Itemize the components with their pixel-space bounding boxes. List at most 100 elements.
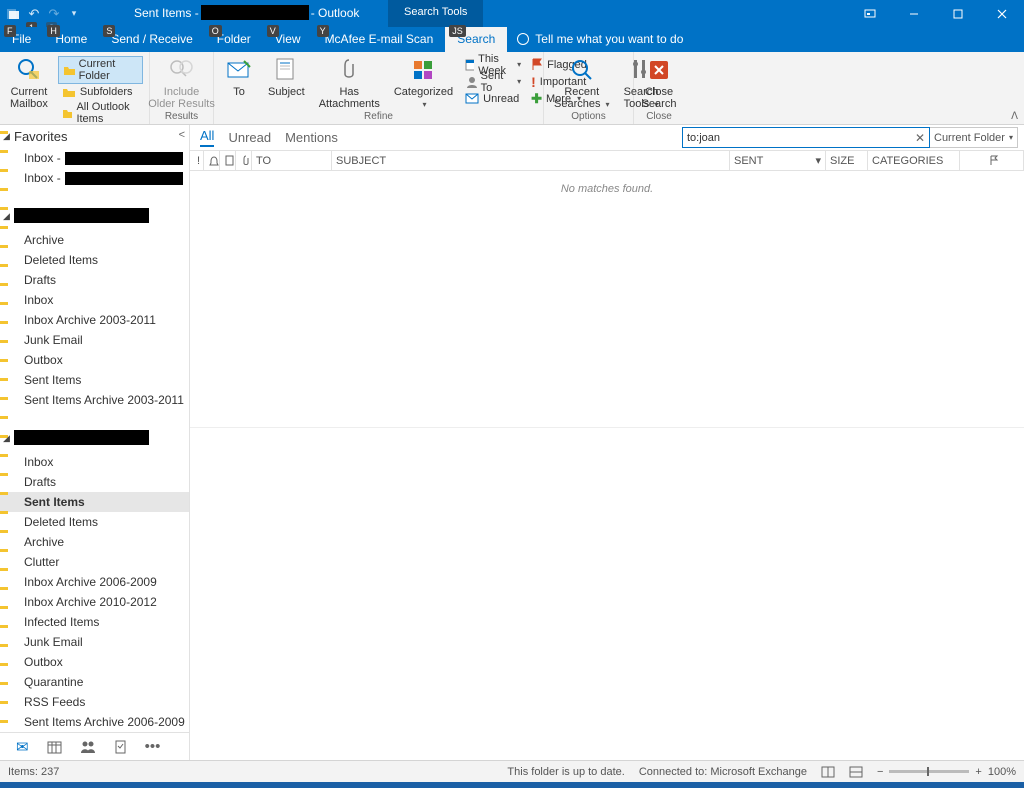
folder-item[interactable]: Junk Email bbox=[0, 632, 189, 652]
attachment-icon bbox=[241, 155, 250, 166]
tab-mcafee[interactable]: McAfee E-mail ScanY bbox=[313, 27, 446, 52]
folder-item[interactable]: Clutter bbox=[0, 552, 189, 572]
folder-item[interactable]: Sent Items bbox=[0, 492, 189, 512]
window-title: Sent Items - - Outlook bbox=[134, 5, 359, 20]
search-scope-dropdown[interactable]: Current Folder▾ bbox=[930, 127, 1018, 148]
folder-item[interactable]: Archive bbox=[0, 532, 189, 552]
unread-button[interactable]: Unread bbox=[463, 90, 523, 107]
zoom-level: 100% bbox=[988, 766, 1016, 778]
filter-unread[interactable]: Unread bbox=[228, 130, 271, 145]
folder-item[interactable]: Outbox bbox=[0, 652, 189, 672]
column-headers[interactable]: ! TO SUBJECT SENT▾ SIZE CATEGORIES bbox=[190, 151, 1024, 171]
has-attachments-button[interactable]: Has Attachments bbox=[315, 54, 384, 111]
tell-me-input[interactable]: Tell me what you want to do Q bbox=[507, 32, 693, 52]
tasks-nav-icon[interactable] bbox=[114, 739, 127, 754]
collapse-ribbon-button[interactable]: ᐱ bbox=[1011, 111, 1018, 122]
calendar-icon bbox=[465, 58, 474, 71]
folder-item[interactable]: Inbox bbox=[0, 452, 189, 472]
reminder-icon bbox=[209, 156, 219, 166]
filter-mentions[interactable]: Mentions bbox=[285, 130, 338, 145]
folder-item[interactable]: Inbox - bbox=[0, 168, 189, 188]
sync-status: This folder is up to date. bbox=[507, 766, 624, 778]
minimize-button[interactable] bbox=[892, 0, 936, 27]
folder-item[interactable]: Sent Items bbox=[0, 370, 189, 390]
no-matches-message: No matches found. bbox=[190, 171, 1024, 207]
icon-column-icon bbox=[225, 155, 235, 166]
folder-item[interactable]: Archive bbox=[0, 230, 189, 250]
more-nav-icon[interactable]: ••• bbox=[145, 738, 161, 755]
folder-item[interactable]: Drafts bbox=[0, 270, 189, 290]
folder-item[interactable]: Inbox bbox=[0, 290, 189, 310]
tab-send-receive[interactable]: Send / ReceiveS bbox=[99, 27, 204, 52]
mail-nav-icon[interactable]: ✉ bbox=[16, 738, 29, 756]
favorites-header[interactable]: ◢Favorites bbox=[0, 125, 189, 148]
close-search-button[interactable]: Close Search bbox=[640, 54, 678, 110]
folder-item[interactable]: Inbox Archive 2006-2009 bbox=[0, 572, 189, 592]
flag-icon bbox=[531, 58, 543, 71]
zoom-out-button[interactable]: − bbox=[877, 766, 883, 778]
folder-icon bbox=[62, 107, 73, 119]
account-header[interactable]: ◢ bbox=[0, 426, 189, 452]
search-input[interactable]: to:joan✕ bbox=[682, 127, 930, 148]
status-bar: Items: 237 This folder is up to date. Co… bbox=[0, 760, 1024, 782]
person-icon bbox=[465, 76, 476, 88]
item-count: Items: 237 bbox=[8, 766, 59, 778]
reading-pane-bottom-icon[interactable] bbox=[849, 766, 863, 778]
recent-searches-button[interactable]: Recent Searches ▾ bbox=[550, 54, 614, 111]
nav-switcher: ✉ ••• bbox=[0, 732, 189, 760]
folder-item[interactable]: Deleted Items bbox=[0, 250, 189, 270]
group-label-close: Close bbox=[640, 111, 678, 124]
reading-pane-normal-icon[interactable] bbox=[821, 766, 835, 778]
flag-column-icon bbox=[989, 155, 999, 166]
folder-item[interactable]: Infected Items bbox=[0, 612, 189, 632]
current-mailbox-button[interactable]: Current Mailbox bbox=[6, 54, 52, 126]
folder-item[interactable]: Junk Email bbox=[0, 330, 189, 350]
redacted-text bbox=[201, 5, 309, 20]
folder-item[interactable]: Deleted Items bbox=[0, 512, 189, 532]
categorized-button[interactable]: Categorized▾ bbox=[390, 54, 457, 111]
calendar-nav-icon[interactable] bbox=[47, 740, 62, 754]
subject-button[interactable]: Subject bbox=[264, 54, 309, 111]
folder-item[interactable]: Quarantine bbox=[0, 672, 189, 692]
tab-file[interactable]: FileF bbox=[0, 27, 43, 52]
folder-icon bbox=[62, 86, 76, 98]
maximize-button[interactable] bbox=[936, 0, 980, 27]
outlook-icon bbox=[4, 4, 24, 24]
qat-undo-button[interactable]: ↶1 bbox=[24, 4, 44, 24]
all-outlook-items-button[interactable]: All Outlook Items bbox=[58, 100, 143, 126]
clear-search-icon[interactable]: ✕ bbox=[915, 131, 925, 145]
people-nav-icon[interactable] bbox=[80, 740, 96, 753]
zoom-slider[interactable] bbox=[889, 770, 969, 773]
tab-folder[interactable]: FolderO bbox=[205, 27, 263, 52]
folder-item[interactable]: Inbox Archive 2010-2012 bbox=[0, 592, 189, 612]
folder-item[interactable]: Sent Items Archive 2003-2011 bbox=[0, 390, 189, 410]
to-button[interactable]: To bbox=[220, 54, 258, 111]
folder-item[interactable]: Drafts bbox=[0, 472, 189, 492]
folder-item[interactable]: Inbox - bbox=[0, 148, 189, 168]
tab-home[interactable]: HomeH bbox=[43, 27, 99, 52]
sent-to-button[interactable]: Sent To▾ bbox=[463, 73, 523, 90]
subfolders-button[interactable]: Subfolders bbox=[58, 85, 143, 99]
group-label-results: Results bbox=[156, 111, 207, 124]
folder-item[interactable]: RSS Feeds bbox=[0, 692, 189, 712]
folder-item[interactable]: Inbox Archive 2003-2011 bbox=[0, 310, 189, 330]
folder-item[interactable]: Sent Items Archive 2006-2009 bbox=[0, 712, 189, 732]
close-button[interactable] bbox=[980, 0, 1024, 27]
plus-icon: ✚ bbox=[531, 91, 542, 107]
group-label-options: Options bbox=[550, 111, 627, 124]
title-bar: ↶1 ↷2 ▾ Sent Items - - Outlook Search To… bbox=[0, 0, 1024, 27]
current-folder-button[interactable]: Current Folder bbox=[58, 56, 143, 84]
qat-redo-button[interactable]: ↷2 bbox=[44, 4, 64, 24]
ribbon-display-options[interactable] bbox=[848, 0, 892, 27]
include-older-results-button: Include Older Results bbox=[156, 54, 207, 110]
bulb-icon bbox=[517, 33, 529, 45]
filter-all[interactable]: All bbox=[200, 128, 214, 147]
folder-icon bbox=[63, 64, 75, 76]
tab-view[interactable]: ViewV bbox=[263, 27, 313, 52]
zoom-in-button[interactable]: + bbox=[975, 766, 981, 778]
taskbar bbox=[0, 782, 1024, 788]
account-header[interactable]: ◢ bbox=[0, 204, 189, 230]
qat-dropdown[interactable]: ▾ bbox=[64, 4, 84, 24]
folder-item[interactable]: Outbox bbox=[0, 350, 189, 370]
tab-search[interactable]: SearchJS bbox=[445, 27, 507, 52]
